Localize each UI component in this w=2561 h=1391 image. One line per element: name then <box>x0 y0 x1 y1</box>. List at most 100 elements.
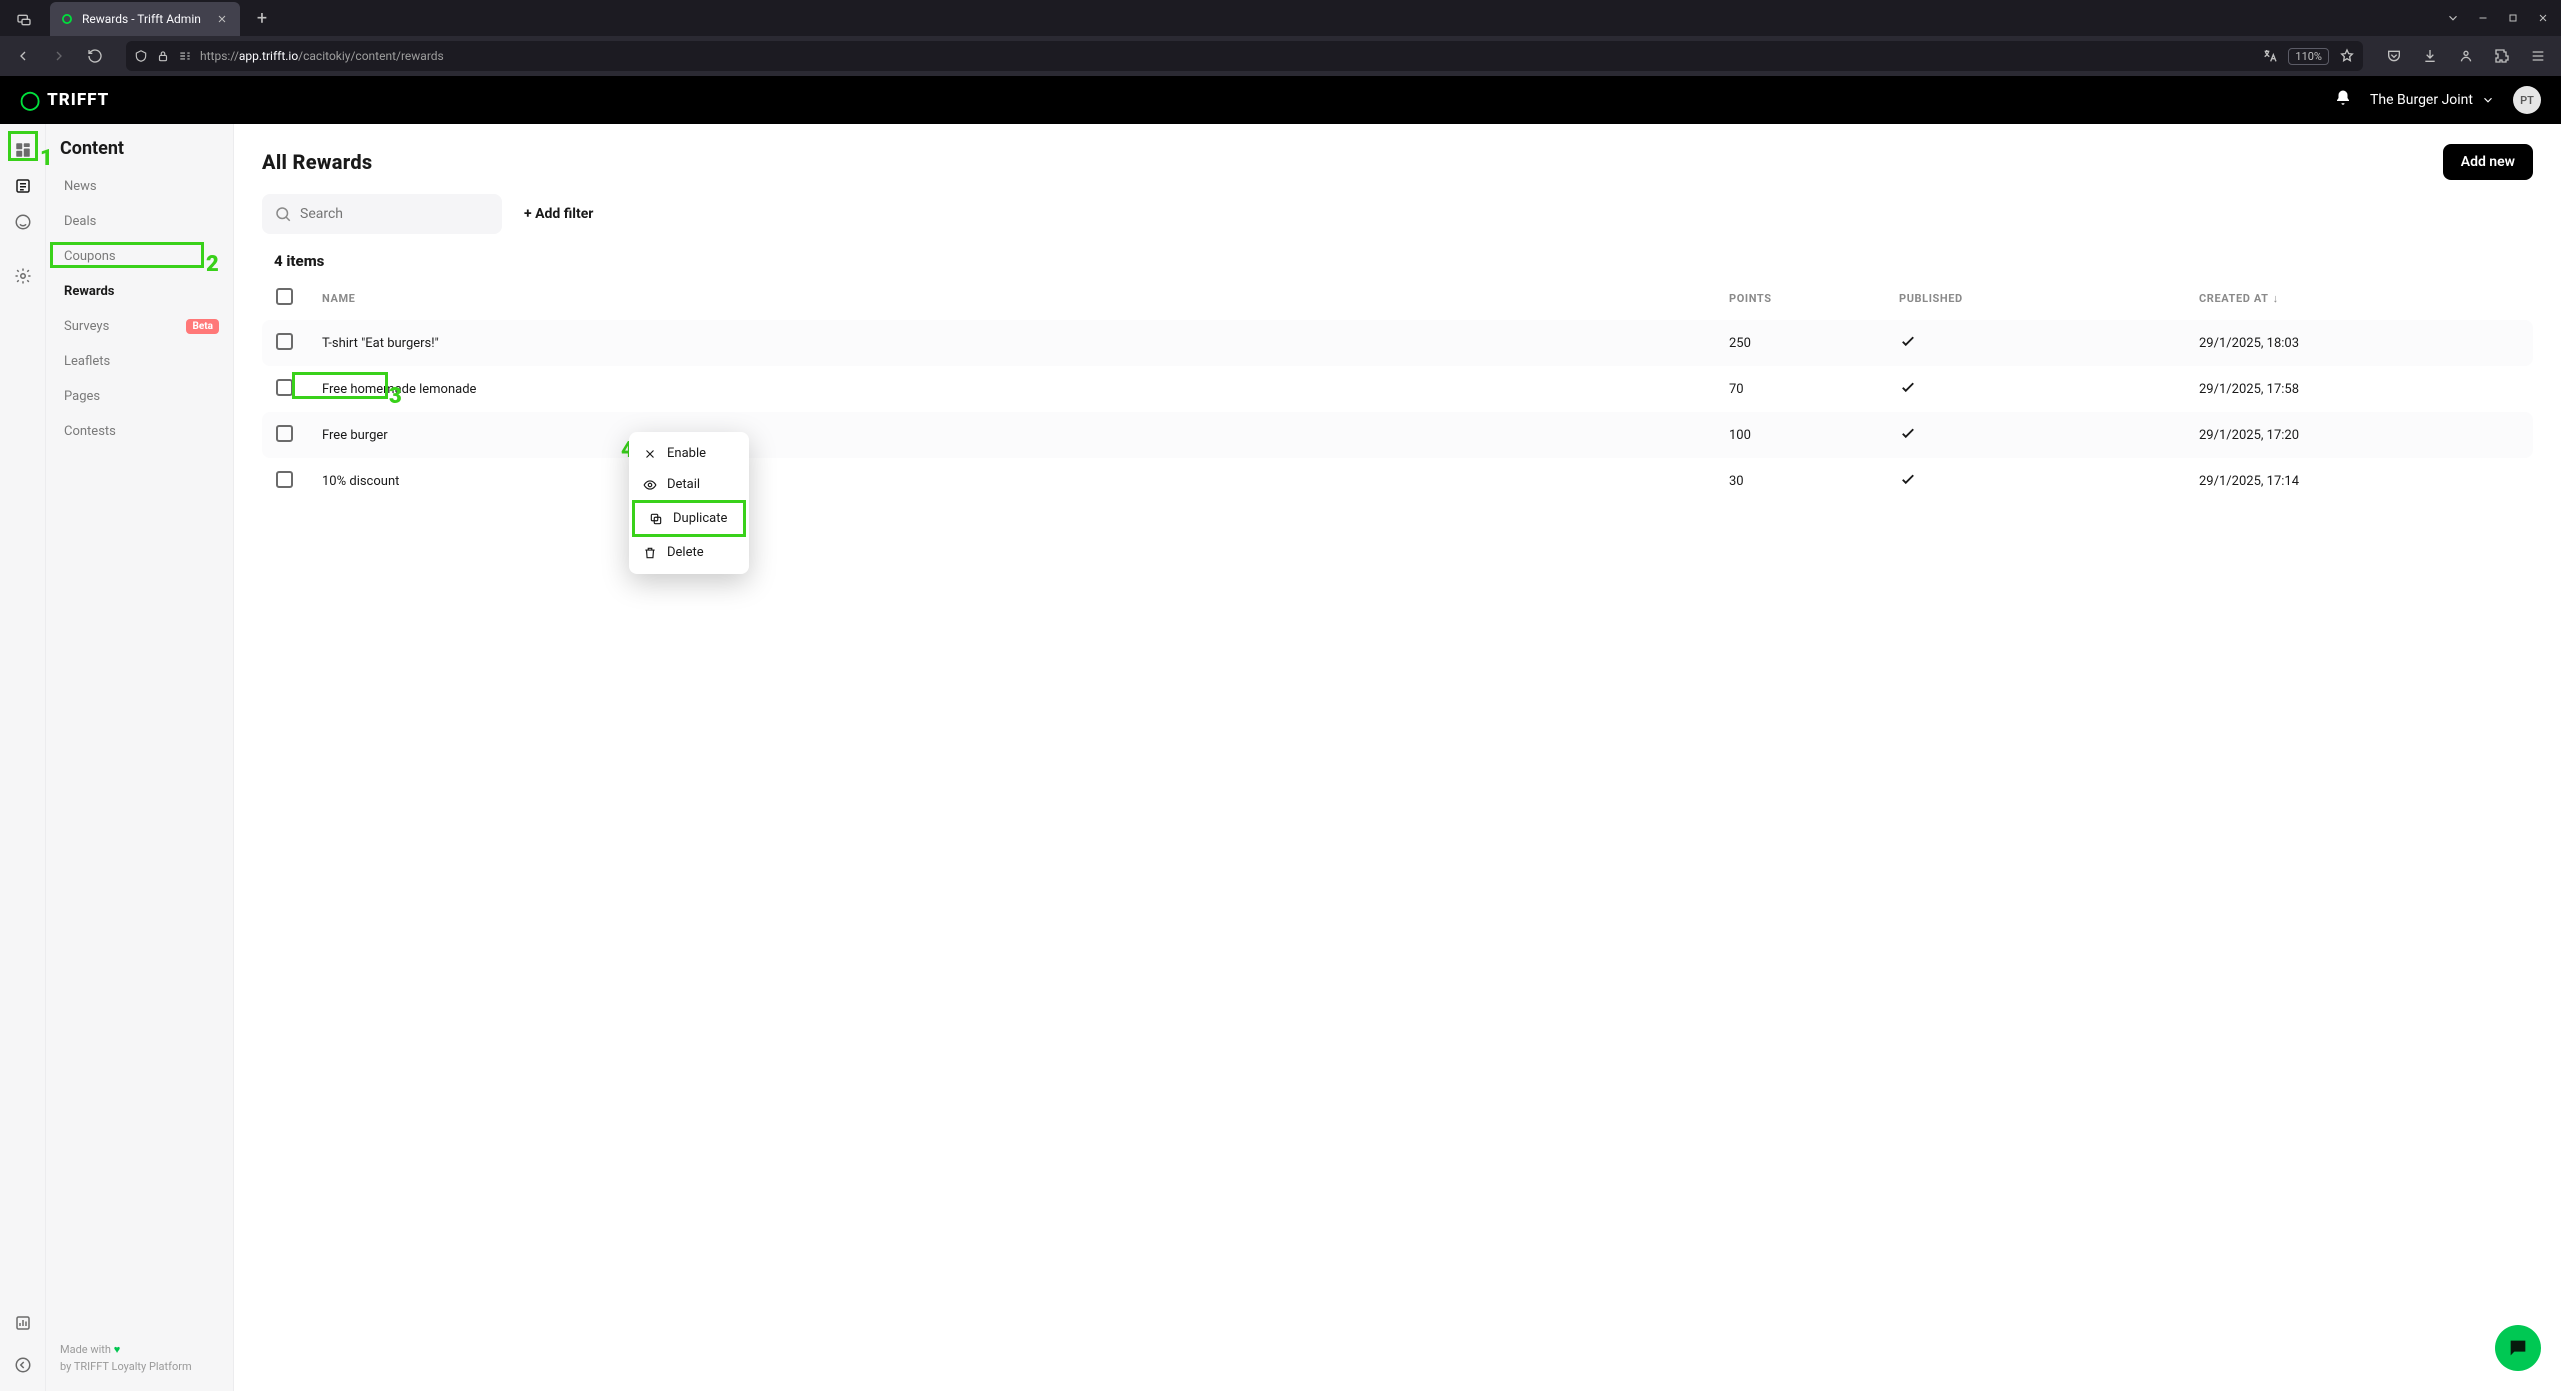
new-tab-button[interactable]: + <box>246 2 278 34</box>
tab-title: Rewards - Trifft Admin <box>82 12 201 26</box>
row-checkbox[interactable] <box>276 471 293 488</box>
check-icon <box>1899 470 1917 488</box>
ctx-duplicate[interactable]: Duplicate <box>632 500 746 537</box>
close-icon <box>643 447 657 461</box>
table-row[interactable]: Free burger 100 29/1/2025, 17:20 <box>262 412 2533 458</box>
col-published[interactable]: PUBLISHED <box>1899 292 2199 305</box>
permissions-icon <box>178 49 192 63</box>
ctx-delete[interactable]: Delete <box>629 537 749 568</box>
extensions-icon[interactable] <box>2487 41 2517 71</box>
zoom-level[interactable]: 110% <box>2288 48 2329 65</box>
add-new-button[interactable]: Add new <box>2443 144 2533 180</box>
col-created[interactable]: CREATED AT↓ <box>2199 292 2519 305</box>
rail-settings-icon[interactable] <box>7 260 39 292</box>
search-input[interactable] <box>300 206 490 222</box>
trash-icon <box>643 546 657 560</box>
tab-close-icon[interactable] <box>214 11 230 27</box>
menu-icon[interactable] <box>2523 41 2553 71</box>
row-checkbox[interactable] <box>276 379 293 396</box>
search-field-wrap[interactable] <box>262 194 502 234</box>
select-all-checkbox[interactable] <box>276 288 293 305</box>
browser-tab-active[interactable]: Rewards - Trifft Admin <box>50 2 240 36</box>
window-maximize-icon[interactable] <box>2505 10 2521 26</box>
rail-customers-icon[interactable] <box>7 206 39 238</box>
pocket-icon[interactable] <box>2379 41 2409 71</box>
chevron-down-icon <box>2481 93 2495 107</box>
sidebar-item-deals[interactable]: Deals <box>46 204 233 239</box>
row-checkbox[interactable] <box>276 333 293 350</box>
rail-analytics-icon[interactable] <box>7 1307 39 1339</box>
sidebar-footer: Made with ♥ by TRIFFT Loyalty Platform <box>46 1332 233 1391</box>
org-switcher[interactable]: The Burger Joint <box>2370 92 2495 108</box>
rail-dashboard-icon[interactable] <box>7 134 39 166</box>
sidebar-item-label: Coupons <box>64 249 116 264</box>
brand-text: TRIFFT <box>47 90 109 110</box>
copy-icon <box>649 512 663 526</box>
rail-collapse-icon[interactable] <box>7 1349 39 1381</box>
ctx-enable[interactable]: Enable <box>629 438 749 469</box>
ctx-item-label: Duplicate <box>673 511 727 526</box>
translate-icon[interactable] <box>2262 48 2278 64</box>
brand-glyph-icon: ◯ <box>20 90 41 111</box>
org-name: The Burger Joint <box>2370 92 2473 108</box>
tab-favicon <box>60 12 74 26</box>
add-filter-button[interactable]: + Add filter <box>524 206 593 222</box>
ctx-item-label: Delete <box>667 545 704 560</box>
browser-toolbar: https://app.trifft.io/cacitokiy/content/… <box>0 36 2561 76</box>
check-icon <box>1899 378 1917 396</box>
cell-published <box>1899 378 2199 400</box>
sidebar-item-surveys[interactable]: SurveysBeta <box>46 309 233 344</box>
check-icon <box>1899 332 1917 350</box>
nav-rail <box>0 124 46 1391</box>
sidebar-item-contests[interactable]: Contests <box>46 414 233 449</box>
downloads-icon[interactable] <box>2415 41 2445 71</box>
row-checkbox[interactable] <box>276 425 293 442</box>
avatar[interactable]: PT <box>2513 86 2541 114</box>
cell-published <box>1899 332 2199 354</box>
window-close-icon[interactable] <box>2535 10 2551 26</box>
nav-reload-button[interactable] <box>80 41 110 71</box>
table-row[interactable]: Free homemade lemonade 70 29/1/2025, 17:… <box>262 366 2533 412</box>
cell-name: Free homemade lemonade <box>322 382 1729 397</box>
table-row[interactable]: 10% discount 30 29/1/2025, 17:14 <box>262 458 2533 504</box>
lock-icon <box>156 49 170 63</box>
sidebar-item-label: Deals <box>64 214 96 229</box>
heart-icon: ♥ <box>114 1343 121 1356</box>
col-points[interactable]: POINTS <box>1729 292 1899 305</box>
col-name[interactable]: NAME <box>322 292 1729 305</box>
check-icon <box>1899 424 1917 442</box>
ctx-detail[interactable]: Detail <box>629 469 749 500</box>
sidebar-item-leaflets[interactable]: Leaflets <box>46 344 233 379</box>
cell-points: 250 <box>1729 336 1899 351</box>
browser-tabs: Rewards - Trifft Admin + <box>46 0 278 36</box>
intercom-launcher[interactable] <box>2495 1325 2541 1371</box>
nav-back-button[interactable] <box>8 41 38 71</box>
nav-forward-button[interactable] <box>44 41 74 71</box>
cell-created: 29/1/2025, 17:20 <box>2199 428 2519 443</box>
brand-logo[interactable]: ◯ TRIFFT <box>20 90 109 111</box>
bookmark-star-icon[interactable] <box>2339 48 2355 64</box>
window-minimize-icon[interactable] <box>2475 10 2491 26</box>
table-row[interactable]: T-shirt "Eat burgers!" 250 29/1/2025, 18… <box>262 320 2533 366</box>
ctx-item-label: Enable <box>667 446 706 461</box>
main-content: All Rewards Add new + Add filter 4 items… <box>234 124 2561 1391</box>
cell-points: 100 <box>1729 428 1899 443</box>
sidebar-item-news[interactable]: News <box>46 169 233 204</box>
tabs-dropdown-icon[interactable] <box>2445 10 2461 26</box>
url-bar[interactable]: https://app.trifft.io/cacitokiy/content/… <box>126 41 2363 71</box>
rewards-table: NAME POINTS PUBLISHED CREATED AT↓ T-shir… <box>262 276 2533 504</box>
sidebar-item-pages[interactable]: Pages <box>46 379 233 414</box>
firefox-view-button[interactable] <box>6 6 42 34</box>
eye-icon <box>643 478 657 492</box>
url-text: https://app.trifft.io/cacitokiy/content/… <box>200 49 444 63</box>
browser-titlebar: Rewards - Trifft Admin + <box>0 0 2561 36</box>
notifications-bell-icon[interactable] <box>2334 89 2352 111</box>
sidebar-item-label: Rewards <box>64 284 115 299</box>
app-header: ◯ TRIFFT The Burger Joint PT <box>0 76 2561 124</box>
rail-content-icon[interactable] <box>7 170 39 202</box>
sidebar-item-rewards[interactable]: Rewards <box>46 274 233 309</box>
cell-points: 70 <box>1729 382 1899 397</box>
sidebar-item-coupons[interactable]: Coupons <box>46 239 233 274</box>
account-icon[interactable] <box>2451 41 2481 71</box>
table-header: NAME POINTS PUBLISHED CREATED AT↓ <box>262 276 2533 320</box>
